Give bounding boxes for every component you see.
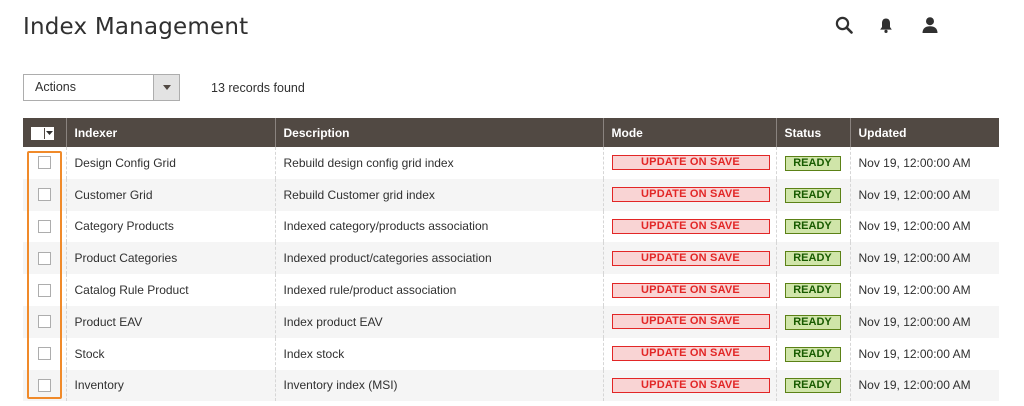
actions-dropdown[interactable]: Actions — [23, 74, 180, 101]
row-select-cell — [23, 147, 66, 179]
status-cell: READY — [775, 210, 850, 243]
status-cell: READY — [775, 305, 850, 338]
mode-cell: UPDATE ON SAVE — [602, 178, 776, 211]
status-cell: READY — [775, 147, 850, 179]
status-badge: READY — [784, 283, 841, 299]
mode-badge: UPDATE ON SAVE — [611, 314, 770, 330]
column-header-updated[interactable]: Updated — [849, 118, 999, 147]
indexer-cell: Stock — [65, 337, 275, 370]
column-header-indexer[interactable]: Indexer — [65, 118, 275, 147]
updated-cell: Nov 19, 12:00:00 AM — [849, 305, 999, 338]
indexer-cell: Product Categories — [65, 242, 275, 275]
row-checkbox[interactable] — [38, 378, 51, 392]
records-count: 13 records found — [211, 81, 305, 95]
indexer-cell: Design Config Grid — [65, 147, 275, 179]
table-row: Product EAV Index product EAV UPDATE ON … — [23, 305, 999, 338]
account-icon[interactable] — [919, 14, 941, 36]
row-checkbox[interactable] — [38, 188, 51, 202]
row-select-cell — [23, 178, 66, 211]
page-title: Index Management — [23, 14, 249, 40]
indexer-cell: Category Products — [65, 210, 275, 243]
description-cell: Indexed product/categories association — [274, 242, 603, 275]
chevron-down-icon[interactable] — [153, 75, 179, 100]
row-select-cell — [23, 274, 66, 306]
mode-badge: UPDATE ON SAVE — [611, 218, 770, 234]
notifications-icon[interactable] — [875, 14, 897, 36]
table-row: Category Products Indexed category/produ… — [23, 210, 999, 243]
mode-badge: UPDATE ON SAVE — [611, 155, 770, 171]
updated-cell: Nov 19, 12:00:00 AM — [849, 178, 999, 211]
indexer-cell: Product EAV — [65, 305, 275, 338]
column-header-description[interactable]: Description — [274, 118, 603, 147]
row-select-cell — [23, 210, 66, 243]
mode-cell: UPDATE ON SAVE — [602, 274, 776, 306]
row-checkbox[interactable] — [38, 347, 51, 361]
actions-dropdown-label: Actions — [35, 80, 76, 94]
table-row: Catalog Rule Product Indexed rule/produc… — [23, 274, 999, 306]
table-row: Stock Index stock UPDATE ON SAVE READY N… — [23, 337, 999, 370]
status-badge: READY — [784, 187, 841, 203]
description-cell: Indexed rule/product association — [274, 274, 603, 306]
column-header-mode[interactable]: Mode — [602, 118, 776, 147]
row-checkbox[interactable] — [38, 283, 51, 297]
mode-badge: UPDATE ON SAVE — [611, 250, 770, 266]
updated-cell: Nov 19, 12:00:00 AM — [849, 337, 999, 370]
description-cell: Index product EAV — [274, 305, 603, 338]
mode-badge: UPDATE ON SAVE — [611, 282, 770, 298]
mode-cell: UPDATE ON SAVE — [602, 242, 776, 275]
row-select-cell — [23, 305, 66, 338]
mass-select-control[interactable] — [31, 126, 54, 140]
search-icon[interactable] — [833, 14, 855, 36]
description-cell: Index stock — [274, 337, 603, 370]
grid-header-row: Indexer Description Mode Status Updated — [23, 118, 999, 147]
mode-cell: UPDATE ON SAVE — [602, 305, 776, 338]
description-cell: Inventory index (MSI) — [274, 369, 603, 402]
updated-cell: Nov 19, 12:00:00 AM — [849, 369, 999, 402]
row-select-cell — [23, 337, 66, 370]
table-row: Product Categories Indexed product/categ… — [23, 242, 999, 275]
status-cell: READY — [775, 274, 850, 306]
mode-cell: UPDATE ON SAVE — [602, 369, 776, 402]
mass-select-checkbox[interactable] — [32, 127, 45, 139]
mode-badge: UPDATE ON SAVE — [611, 187, 770, 203]
indexer-cell: Inventory — [65, 369, 275, 402]
column-header-status[interactable]: Status — [775, 118, 850, 147]
status-cell: READY — [775, 178, 850, 211]
status-badge: READY — [784, 219, 841, 235]
status-badge: READY — [784, 378, 841, 394]
mode-badge: UPDATE ON SAVE — [611, 346, 770, 362]
status-badge: READY — [784, 346, 841, 362]
row-checkbox[interactable] — [38, 156, 51, 170]
indexer-cell: Catalog Rule Product — [65, 274, 275, 306]
description-cell: Indexed category/products association — [274, 210, 603, 243]
table-row: Customer Grid Rebuild Customer grid inde… — [23, 178, 999, 211]
row-checkbox[interactable] — [38, 219, 51, 233]
updated-cell: Nov 19, 12:00:00 AM — [849, 210, 999, 243]
row-select-cell — [23, 369, 66, 402]
description-cell: Rebuild design config grid index — [274, 147, 603, 179]
mode-cell: UPDATE ON SAVE — [602, 210, 776, 243]
status-badge: READY — [784, 314, 841, 330]
updated-cell: Nov 19, 12:00:00 AM — [849, 242, 999, 275]
table-row: Design Config Grid Rebuild design config… — [23, 147, 999, 179]
mode-cell: UPDATE ON SAVE — [602, 147, 776, 179]
updated-cell: Nov 19, 12:00:00 AM — [849, 274, 999, 306]
updated-cell: Nov 19, 12:00:00 AM — [849, 147, 999, 179]
chevron-down-icon[interactable] — [45, 131, 53, 136]
status-cell: READY — [775, 369, 850, 402]
status-cell: READY — [775, 337, 850, 370]
indexer-grid: Indexer Description Mode Status Updated … — [23, 118, 999, 402]
row-checkbox[interactable] — [38, 315, 51, 329]
status-cell: READY — [775, 242, 850, 275]
description-cell: Rebuild Customer grid index — [274, 178, 603, 211]
mass-select-header — [23, 118, 66, 147]
mode-badge: UPDATE ON SAVE — [611, 377, 770, 393]
row-select-cell — [23, 242, 66, 275]
indexer-cell: Customer Grid — [65, 178, 275, 211]
table-row: Inventory Inventory index (MSI) UPDATE O… — [23, 369, 999, 402]
mode-cell: UPDATE ON SAVE — [602, 337, 776, 370]
status-badge: READY — [784, 251, 841, 267]
row-checkbox[interactable] — [38, 251, 51, 265]
status-badge: READY — [784, 155, 841, 171]
